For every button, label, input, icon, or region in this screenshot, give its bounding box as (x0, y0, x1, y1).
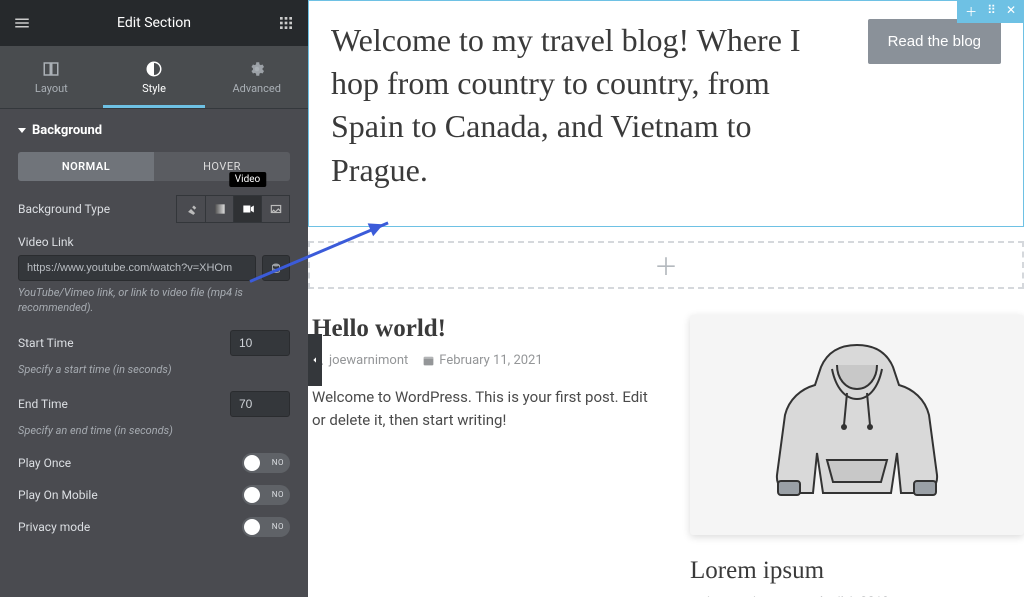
play-mobile-state: NO (272, 490, 284, 499)
hero-heading[interactable]: Welcome to my travel blog! Where I hop f… (331, 19, 844, 192)
add-section-zone[interactable]: ＋ (308, 241, 1024, 289)
start-time-input[interactable] (230, 330, 290, 356)
hoodie-illustration (732, 325, 982, 525)
tab-layout[interactable]: Layout (0, 46, 103, 108)
video-link-input-row (18, 255, 290, 281)
hero-row: Welcome to my travel blog! Where I hop f… (331, 19, 1001, 192)
play-once-state: NO (272, 458, 284, 467)
bg-type-label: Background Type (18, 202, 110, 216)
start-time-row: Start Time (18, 330, 290, 356)
menu-icon[interactable] (12, 13, 32, 33)
read-blog-button[interactable]: Read the blog (868, 19, 1001, 64)
post1-author-name: joewarnimont (329, 353, 408, 368)
posts-row: Hello world! joewarnimont February 11, 2… (308, 289, 1024, 597)
end-time-label: End Time (18, 397, 68, 411)
post1-excerpt: Welcome to WordPress. This is your first… (312, 386, 660, 433)
section-close-icon[interactable]: ✕ (1006, 3, 1016, 20)
section-toolbar: ＋ ⠿ ✕ (957, 0, 1024, 23)
video-link-row: Video Link (18, 235, 290, 249)
background-panel: NORMAL HOVER Background Type Video (0, 152, 308, 543)
post-hello-world: Hello world! joewarnimont February 11, 2… (312, 315, 660, 597)
start-time-hint: Specify a start time (in seconds) (18, 362, 290, 377)
privacy-label: Privacy mode (18, 520, 90, 534)
tab-layout-label: Layout (35, 82, 68, 95)
section-background[interactable]: Background (0, 109, 308, 152)
end-time-row: End Time (18, 391, 290, 417)
plus-icon: ＋ (654, 247, 678, 282)
bg-video-btn[interactable]: Video (233, 196, 261, 222)
post2-title[interactable]: Lorem ipsum (690, 557, 1024, 585)
privacy-toggle[interactable]: NO (242, 517, 290, 537)
play-mobile-row: Play On Mobile NO (18, 485, 290, 505)
post2-image[interactable] (690, 315, 1024, 535)
tab-advanced[interactable]: Advanced (205, 46, 308, 108)
play-once-toggle[interactable]: NO (242, 453, 290, 473)
video-link-hint: YouTube/Vimeo link, or link to video fil… (18, 285, 290, 316)
end-time-input[interactable] (230, 391, 290, 417)
play-mobile-toggle[interactable]: NO (242, 485, 290, 505)
apps-icon[interactable] (276, 13, 296, 33)
video-link-input[interactable] (18, 255, 256, 281)
post1-meta: joewarnimont February 11, 2021 (312, 353, 660, 368)
seg-hover[interactable]: HOVER (154, 152, 290, 181)
editor-canvas: ＋ ⠿ ✕ Welcome to my travel blog! Where I… (308, 0, 1024, 597)
post-lorem-card: Lorem ipsum joewarnimont April 1, 2019 L… (690, 315, 1024, 597)
section-drag-icon[interactable]: ⠿ (987, 3, 996, 20)
privacy-row: Privacy mode NO (18, 517, 290, 537)
panel-title: Edit Section (117, 15, 191, 31)
tab-advanced-label: Advanced (232, 82, 280, 95)
calendar-icon (422, 354, 435, 367)
tab-style-label: Style (142, 82, 166, 95)
bg-type-buttons: Video (176, 195, 290, 223)
post1-date-text: February 11, 2021 (439, 353, 542, 368)
play-mobile-label: Play On Mobile (18, 488, 98, 502)
editor-tabs: Layout Style Advanced (0, 46, 308, 109)
bg-gradient-btn[interactable] (205, 196, 233, 222)
bg-video-tooltip: Video (229, 172, 266, 187)
start-time-label: Start Time (18, 336, 74, 350)
bg-type-row: Background Type Video (18, 195, 290, 223)
post1-title[interactable]: Hello world! (312, 315, 660, 343)
caret-down-icon (18, 128, 26, 133)
end-time-hint: Specify an end time (in seconds) (18, 423, 290, 438)
video-link-label: Video Link (18, 235, 74, 249)
post1-date: February 11, 2021 (422, 353, 542, 368)
play-once-row: Play Once NO (18, 453, 290, 473)
collapse-panel-handle[interactable] (308, 334, 322, 386)
bg-classic-btn[interactable] (177, 196, 205, 222)
sidebar-header: Edit Section (0, 0, 308, 46)
play-once-label: Play Once (18, 456, 71, 470)
seg-normal[interactable]: NORMAL (18, 152, 154, 181)
bg-slideshow-btn[interactable] (261, 196, 289, 222)
post1-author[interactable]: joewarnimont (312, 353, 408, 368)
privacy-state: NO (272, 522, 284, 531)
section-add-icon[interactable]: ＋ (965, 3, 977, 20)
tab-style[interactable]: Style (103, 46, 206, 108)
section-hero[interactable]: ＋ ⠿ ✕ Welcome to my travel blog! Where I… (308, 0, 1024, 227)
section-background-label: Background (32, 123, 102, 138)
editor-sidebar: Edit Section Layout Style Advanced Backg… (0, 0, 308, 597)
